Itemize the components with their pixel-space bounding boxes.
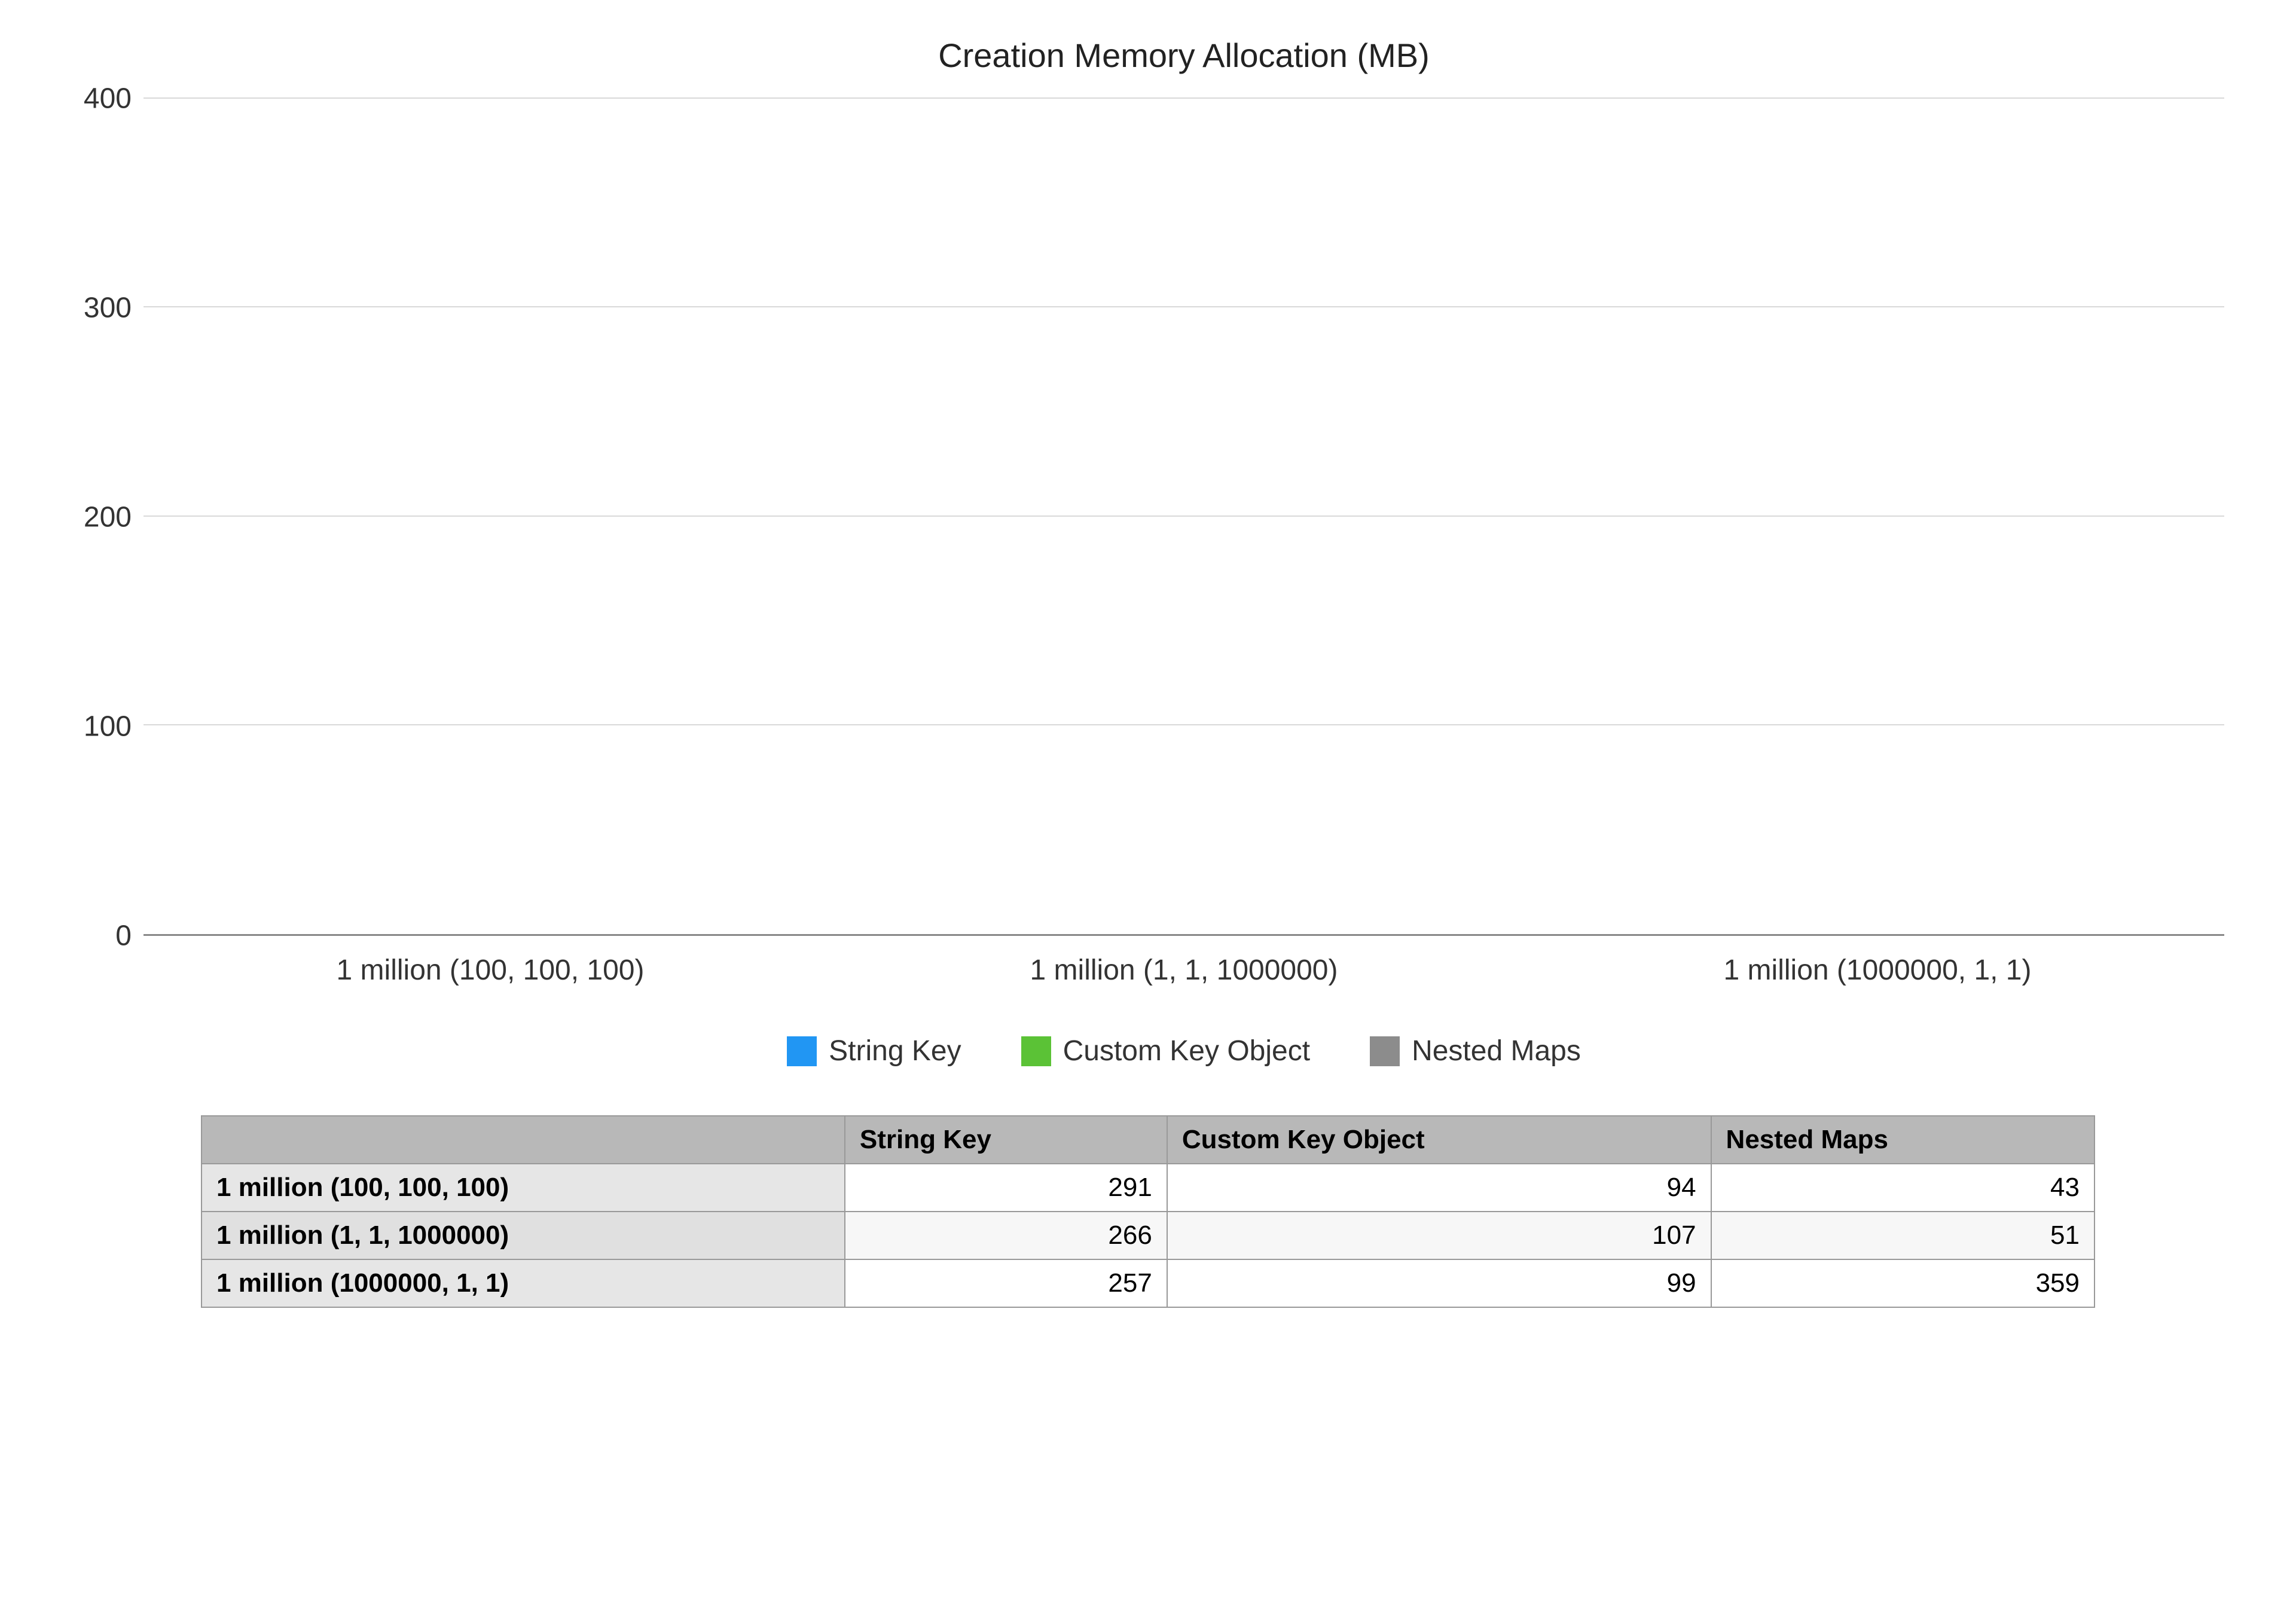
legend-item-nested-maps: Nested Maps	[1370, 1035, 1581, 1067]
table-row-header: 1 million (1000000, 1, 1)	[201, 1259, 845, 1307]
x-axis-labels: 1 million (100, 100, 100) 1 million (1, …	[144, 954, 2224, 987]
data-table: String Key Custom Key Object Nested Maps…	[201, 1115, 2095, 1308]
legend-swatch-icon	[1370, 1036, 1400, 1066]
table-cell: 266	[845, 1212, 1167, 1259]
table-row: 1 million (100, 100, 100) 291 94 43	[201, 1164, 2095, 1212]
bar-groups	[144, 99, 2224, 934]
x-label: 1 million (1000000, 1, 1)	[1565, 954, 2190, 987]
legend-label: Nested Maps	[1412, 1035, 1581, 1067]
table-cell: 291	[845, 1164, 1167, 1212]
chart-title: Creation Memory Allocation (MB)	[144, 36, 2224, 75]
legend-swatch-icon	[787, 1036, 817, 1066]
table-header-row: String Key Custom Key Object Nested Maps	[201, 1116, 2095, 1164]
chart-container: Creation Memory Allocation (MB) 400 300 …	[72, 36, 2224, 1308]
table-row: 1 million (1000000, 1, 1) 257 99 359	[201, 1259, 2095, 1307]
table-cell: 43	[1711, 1164, 2095, 1212]
x-label: 1 million (100, 100, 100)	[178, 954, 802, 987]
legend-item-custom-key: Custom Key Object	[1021, 1035, 1310, 1067]
legend-item-string-key: String Key	[787, 1035, 961, 1067]
table-row: 1 million (1, 1, 1000000) 266 107 51	[201, 1212, 2095, 1259]
table-cell: 257	[845, 1259, 1167, 1307]
table-row-header: 1 million (100, 100, 100)	[201, 1164, 845, 1212]
y-tick: 400	[84, 83, 132, 115]
x-label: 1 million (1, 1, 1000000)	[872, 954, 1496, 987]
table-corner-cell	[201, 1116, 845, 1164]
table-cell: 107	[1167, 1212, 1711, 1259]
y-tick: 300	[84, 292, 132, 325]
plot-area	[144, 99, 2224, 936]
table-cell: 99	[1167, 1259, 1711, 1307]
legend: String Key Custom Key Object Nested Maps	[144, 1035, 2224, 1067]
y-tick: 100	[84, 710, 132, 743]
legend-swatch-icon	[1021, 1036, 1051, 1066]
y-tick: 0	[115, 920, 132, 953]
table-cell: 94	[1167, 1164, 1711, 1212]
table-col-header: Custom Key Object	[1167, 1116, 1711, 1164]
table-col-header: Nested Maps	[1711, 1116, 2095, 1164]
table-cell: 51	[1711, 1212, 2095, 1259]
y-axis: 400 300 200 100 0	[72, 99, 144, 936]
plot: 400 300 200 100 0	[72, 99, 2224, 936]
table-cell: 359	[1711, 1259, 2095, 1307]
table-col-header: String Key	[845, 1116, 1167, 1164]
table-row-header: 1 million (1, 1, 1000000)	[201, 1212, 845, 1259]
legend-label: String Key	[829, 1035, 961, 1067]
y-tick: 200	[84, 501, 132, 534]
legend-label: Custom Key Object	[1063, 1035, 1310, 1067]
